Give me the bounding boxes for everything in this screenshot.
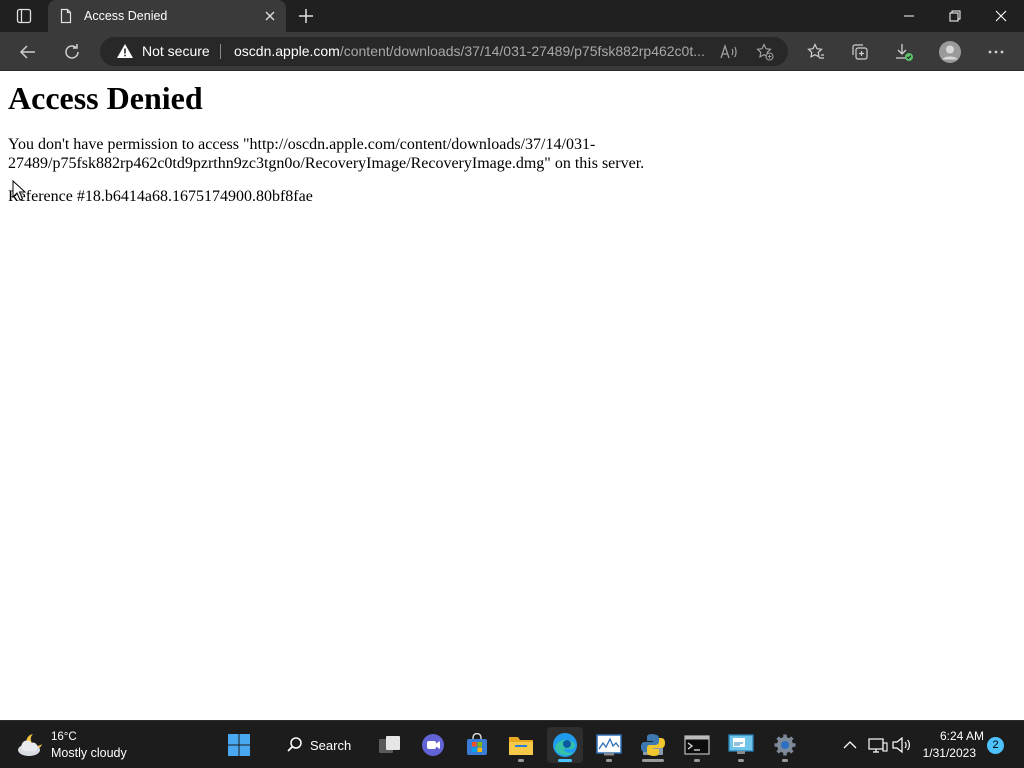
- more-icon: [988, 50, 1004, 54]
- url-path: /content/downloads/37/14/031-27489/p75fs…: [339, 43, 705, 59]
- settings-menu-button[interactable]: [982, 38, 1010, 66]
- search-button[interactable]: Search: [274, 729, 358, 761]
- tab-close-icon[interactable]: [262, 8, 278, 24]
- active-indicator: [558, 759, 572, 762]
- add-favorite-button[interactable]: [754, 41, 776, 63]
- download-icon: [896, 44, 913, 61]
- url-text[interactable]: oscdn.apple.com/content/downloads/37/14/…: [234, 43, 714, 60]
- close-window-button[interactable]: [978, 0, 1024, 32]
- minimize-button[interactable]: [886, 0, 932, 32]
- python-icon: [641, 734, 665, 756]
- tab-actions-icon: [16, 8, 32, 24]
- page-content: Access Denied You don't have permission …: [0, 71, 1024, 720]
- store-icon: [467, 733, 487, 755]
- taskbar-edge[interactable]: [547, 727, 583, 763]
- reference-id: Reference #18.b6414a68.1675174900.80bf8f…: [8, 188, 313, 205]
- running-indicator: [782, 759, 788, 762]
- close-icon: [995, 10, 1007, 22]
- taskbar: 16°C Mostly cloudy Search 6:24 AM 1/31/2…: [0, 720, 1024, 768]
- speaker-icon: [892, 737, 910, 753]
- refresh-icon: [65, 44, 79, 59]
- avatar-icon: [939, 41, 961, 63]
- clock-time: 6:24 AM: [939, 729, 984, 743]
- running-indicator: [642, 759, 664, 762]
- browser-title-bar: Access Denied: [0, 0, 1024, 32]
- running-indicator: [738, 759, 744, 762]
- error-message: You don't have permission to access "htt…: [8, 136, 668, 173]
- tab-actions-button[interactable]: [8, 4, 40, 28]
- volume-button[interactable]: [892, 734, 912, 756]
- taskbar-task-view[interactable]: [372, 727, 408, 763]
- taskbar-settings[interactable]: [767, 727, 803, 763]
- search-label: Search: [310, 737, 352, 753]
- resource-monitor-icon: [596, 734, 622, 756]
- address-divider: [220, 44, 221, 59]
- cloud-moon-icon: [18, 734, 42, 756]
- running-indicator: [518, 759, 524, 762]
- collections-icon: [852, 44, 868, 60]
- document-icon: [60, 8, 72, 24]
- notification-badge[interactable]: 2: [987, 737, 1004, 754]
- file-explorer-icon: [509, 737, 533, 755]
- taskbar-python[interactable]: [635, 727, 671, 763]
- downloads-button[interactable]: [890, 38, 918, 66]
- favorites-icon: [807, 43, 824, 59]
- minimize-icon: [904, 15, 914, 17]
- read-aloud-icon: [720, 44, 737, 59]
- warning-icon[interactable]: [116, 43, 134, 59]
- star-add-icon: [756, 43, 774, 61]
- remote-desktop-icon: [728, 734, 754, 754]
- weather-temperature: 16°C: [51, 731, 77, 743]
- read-aloud-button[interactable]: [718, 41, 740, 63]
- start-button[interactable]: [221, 727, 257, 763]
- weather-condition: Mostly cloudy: [51, 746, 127, 760]
- favorites-button[interactable]: [802, 38, 830, 66]
- profile-button[interactable]: [936, 38, 964, 66]
- chevron-up-icon: [843, 741, 857, 749]
- teams-chat-icon: [422, 734, 444, 756]
- taskbar-terminal[interactable]: [679, 727, 715, 763]
- back-button[interactable]: [14, 38, 42, 66]
- collections-button[interactable]: [846, 38, 874, 66]
- running-indicator: [606, 759, 612, 762]
- error-message-line-1: You don't have permission to access "htt…: [8, 136, 596, 153]
- taskbar-resource-monitor[interactable]: [591, 727, 627, 763]
- search-icon: [287, 737, 302, 752]
- restore-button[interactable]: [932, 0, 978, 32]
- show-hidden-icons-button[interactable]: [840, 734, 860, 756]
- browser-toolbar: Not secure oscdn.apple.com/content/downl…: [0, 32, 1024, 71]
- url-host: oscdn.apple.com: [234, 43, 340, 59]
- mouse-cursor-icon: [12, 180, 26, 201]
- network-button[interactable]: [868, 734, 888, 756]
- network-icon: [868, 738, 888, 753]
- taskbar-teams-chat[interactable]: [415, 727, 451, 763]
- running-indicator: [694, 759, 700, 762]
- terminal-icon: [684, 735, 710, 755]
- taskbar-file-explorer[interactable]: [503, 727, 539, 763]
- task-view-icon: [379, 736, 400, 753]
- settings-icon: [774, 734, 796, 756]
- security-status[interactable]: Not secure: [142, 43, 210, 60]
- tab-title: Access Denied: [84, 9, 168, 23]
- clock-date: 1/31/2023: [922, 746, 976, 760]
- start-icon: [228, 734, 250, 756]
- refresh-button[interactable]: [58, 38, 86, 66]
- arrow-left-icon: [19, 45, 35, 59]
- restore-icon: [949, 10, 961, 22]
- taskbar-remote-desktop[interactable]: [723, 727, 759, 763]
- new-tab-icon[interactable]: [294, 4, 318, 28]
- error-message-line-2: 27489/p75fsk882rp462c0td9pzrthn9zc3tgn0o…: [8, 154, 645, 172]
- page-title: Access Denied: [8, 80, 203, 116]
- tab-active[interactable]: Access Denied: [48, 0, 286, 32]
- taskbar-store[interactable]: [459, 727, 495, 763]
- address-bar[interactable]: Not secure oscdn.apple.com/content/downl…: [100, 37, 788, 66]
- edge-icon: [553, 733, 577, 757]
